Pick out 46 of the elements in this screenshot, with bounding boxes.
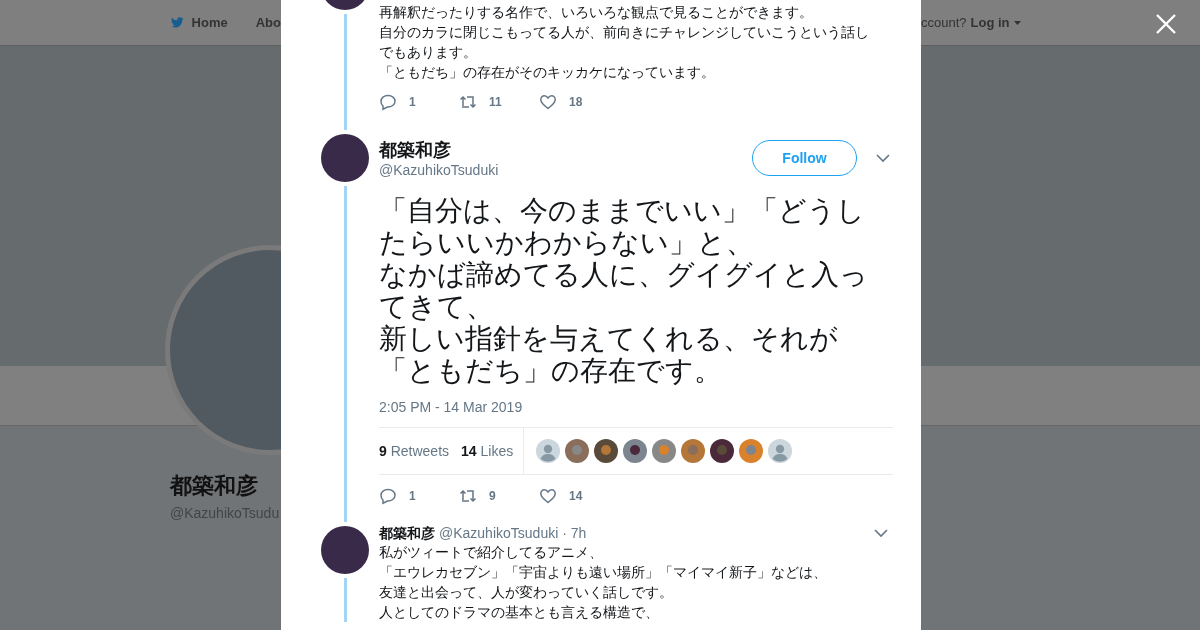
retweet-icon[interactable] xyxy=(459,93,477,111)
author-name[interactable]: 都築和彦 xyxy=(379,524,435,542)
nav-link[interactable]: Home xyxy=(191,15,228,30)
reply-count: 1 xyxy=(409,489,416,503)
tweet-text-line: 自分のカラに閉じこもってる人が、前向きにチャレンジしていこうという話しでもあります。 xyxy=(379,23,870,62)
heart-icon[interactable] xyxy=(539,487,557,505)
tweet-text-line: 新しい指針を与えてくれる、それが xyxy=(379,323,839,355)
retweet-count: 11 xyxy=(489,95,502,109)
user-avatar[interactable] xyxy=(623,439,648,463)
user-avatar[interactable] xyxy=(321,134,369,182)
reply-count: 1 xyxy=(409,95,416,109)
tweet-text-line: 私がツィートで紹介してるアニメ、 xyxy=(379,543,604,562)
tweet-text-line: 人としてのドラマの基本とも言える構造で、 xyxy=(379,603,660,622)
tweet-date: 2:05 PM - 14 Mar 2019 xyxy=(379,399,524,415)
author-handle[interactable]: @KazuhikoTsuduki xyxy=(379,162,752,178)
retweet-stat[interactable]: 9 Retweets xyxy=(379,443,450,459)
user-avatar[interactable] xyxy=(321,526,369,574)
follow-button[interactable]: Follow xyxy=(752,140,857,176)
tweet-text-line: 「ともだち」の存在がそのキッカケになっています。 xyxy=(379,63,716,82)
tweet-text-line: なかば諦めてる人に、グイグイと入ってきて、 xyxy=(379,259,869,323)
author-handle[interactable]: @KazuhikoTsuduki xyxy=(439,524,559,542)
account-prompt: ccount? xyxy=(921,15,967,30)
tweet-text-line: 「ともだち」の存在です。 xyxy=(379,355,723,387)
login-link[interactable]: Log in xyxy=(970,15,1010,30)
user-avatar[interactable] xyxy=(594,439,619,463)
reply-icon[interactable] xyxy=(379,487,397,505)
tweet-text-line: 「自分は、今のままでいい」「どうしたらいいかわからない」と、 xyxy=(379,195,866,259)
profile-name: 都築和彦 xyxy=(170,472,259,500)
default-avatar-icon[interactable] xyxy=(768,439,793,463)
retweet-icon[interactable] xyxy=(459,487,477,505)
heart-icon[interactable] xyxy=(539,93,557,111)
like-count: 14 xyxy=(569,489,583,503)
tweet-time: · 7h xyxy=(562,524,587,542)
tweet-text-line: 友達と出会って、人が変わっていく話しです。 xyxy=(379,583,674,602)
reply-icon[interactable] xyxy=(379,93,397,111)
retweet-count: 9 xyxy=(489,489,496,503)
like-stat[interactable]: 14 Likes xyxy=(461,443,514,459)
tweet-text-line: 「エウレカセブン」「宇宙よりも遠い場所」「マイマイ新子」などは、 xyxy=(379,563,828,582)
close-icon[interactable] xyxy=(1154,12,1178,36)
caret-icon xyxy=(1013,20,1021,25)
user-avatar[interactable] xyxy=(710,439,735,463)
like-count: 18 xyxy=(569,95,583,109)
author-name[interactable]: 都築和彦 xyxy=(379,138,752,162)
default-avatar-icon[interactable] xyxy=(536,439,561,463)
nav-link[interactable]: Abo xyxy=(255,15,281,30)
tweet-text-line: 再解釈だったりする名作で、いろいろな観点で見ることができます。 xyxy=(379,3,814,22)
